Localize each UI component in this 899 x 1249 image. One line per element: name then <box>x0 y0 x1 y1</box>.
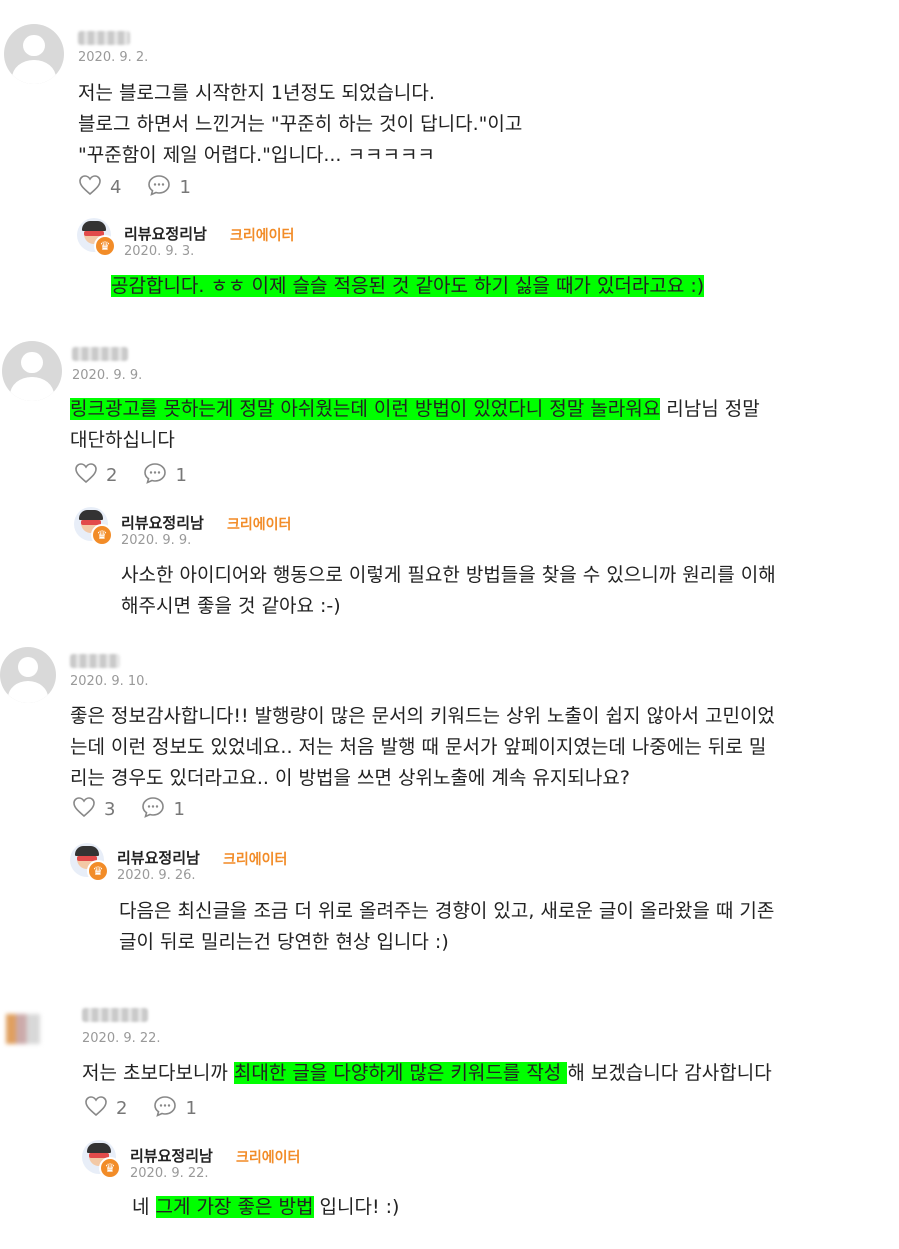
author-avatar[interactable]: ♛ <box>74 507 113 546</box>
speech-bubble-icon[interactable] <box>153 1095 177 1122</box>
like-count: 4 <box>110 176 122 198</box>
commenter-name-blurred[interactable] <box>70 654 120 668</box>
crown-icon: ♛ <box>99 1157 121 1179</box>
reply-date: 2020. 9. 26. <box>117 868 196 883</box>
reply-text: 다음은 최신글을 조금 더 위로 올려주는 경향이 있고, 새로운 글이 올라왔… <box>119 900 775 953</box>
reply-author-name[interactable]: 리뷰요정리남 <box>124 223 207 244</box>
highlighted-text: 최대한 글을 다양하게 많은 키워드를 작성 <box>233 1062 568 1084</box>
commenter-name-blurred[interactable] <box>82 1008 148 1022</box>
crown-icon: ♛ <box>91 524 113 546</box>
reply-author-name[interactable]: 리뷰요정리남 <box>130 1145 213 1166</box>
comment-date: 2020. 9. 9. <box>72 368 143 383</box>
crown-icon: ♛ <box>87 860 109 882</box>
commenter-name-blurred[interactable] <box>72 347 128 361</box>
comment-text: 좋은 정보감사합니다!! 발행량이 많은 문서의 키워드는 상위 노출이 쉽지 … <box>70 705 775 789</box>
author-avatar[interactable]: ♛ <box>70 843 109 882</box>
speech-bubble-icon[interactable] <box>143 462 167 489</box>
reply-date: 2020. 9. 3. <box>124 244 195 259</box>
reply-count: 1 <box>179 176 191 198</box>
commenter-avatar[interactable] <box>2 341 62 401</box>
like-count: 2 <box>116 1097 128 1119</box>
commenter-avatar[interactable] <box>6 1014 40 1044</box>
heart-icon[interactable] <box>72 796 96 823</box>
comment-date: 2020. 9. 10. <box>70 674 149 689</box>
comment-date: 2020. 9. 2. <box>78 50 149 65</box>
commenter-avatar[interactable] <box>4 24 64 84</box>
commenter-avatar[interactable] <box>0 647 56 703</box>
comment-actions: 2 1 <box>74 462 213 489</box>
comment-actions: 2 1 <box>84 1095 223 1122</box>
heart-icon[interactable] <box>84 1095 108 1122</box>
reply-count: 1 <box>175 464 187 486</box>
reply-author-name[interactable]: 리뷰요정리남 <box>117 847 200 868</box>
comment-text: 저는 초보다보니까 최대한 글을 다양하게 많은 키워드를 작성 해 보겠습니다… <box>82 1062 772 1084</box>
like-count: 2 <box>106 464 118 486</box>
heart-icon[interactable] <box>74 462 98 489</box>
creator-badge: 크리에이터 <box>227 517 292 533</box>
author-avatar[interactable]: ♛ <box>77 218 116 257</box>
speech-bubble-icon[interactable] <box>147 174 171 201</box>
author-avatar[interactable]: ♛ <box>82 1140 121 1179</box>
highlighted-text: 그게 가장 좋은 방법 <box>155 1196 314 1218</box>
creator-badge: 크리에이터 <box>236 1150 301 1166</box>
reply-text: 네 그게 가장 좋은 방법 입니다! :) <box>132 1196 400 1218</box>
creator-badge: 크리에이터 <box>230 228 295 244</box>
reply-text: 공감합니다. ㅎㅎ 이제 슬슬 적응된 것 같아도 하기 싫을 때가 있더라고요… <box>111 271 705 302</box>
comment-actions: 3 1 <box>72 796 211 823</box>
comment-actions: 4 1 <box>78 174 217 201</box>
highlighted-text: 링크광고를 못하는게 정말 아쉬웠는데 이런 방법이 있었다니 정말 놀라워요 <box>70 398 661 420</box>
like-count: 3 <box>104 798 116 820</box>
reply-date: 2020. 9. 22. <box>130 1166 209 1181</box>
creator-badge: 크리에이터 <box>223 852 288 868</box>
comment-date: 2020. 9. 22. <box>82 1031 161 1046</box>
reply-date: 2020. 9. 9. <box>121 533 192 548</box>
reply-text: 사소한 아이디어와 행동으로 이렇게 필요한 방법들을 찾을 수 있으니까 원리… <box>121 564 776 617</box>
reply-author-name[interactable]: 리뷰요정리남 <box>121 512 204 533</box>
reply-count: 1 <box>173 798 185 820</box>
commenter-name-blurred[interactable] <box>78 31 130 45</box>
highlighted-text: 공감합니다. ㅎㅎ 이제 슬슬 적응된 것 같아도 하기 싫을 때가 있더라고요… <box>111 275 705 297</box>
speech-bubble-icon[interactable] <box>141 796 165 823</box>
comment-text: 링크광고를 못하는게 정말 아쉬웠는데 이런 방법이 있었다니 정말 놀라워요 … <box>70 398 760 451</box>
crown-icon: ♛ <box>94 235 116 257</box>
comment-text: 저는 블로그를 시작한지 1년정도 되었습니다. 블로그 하면서 느낀거는 "꾸… <box>78 82 523 166</box>
heart-icon[interactable] <box>78 174 102 201</box>
reply-count: 1 <box>185 1097 197 1119</box>
